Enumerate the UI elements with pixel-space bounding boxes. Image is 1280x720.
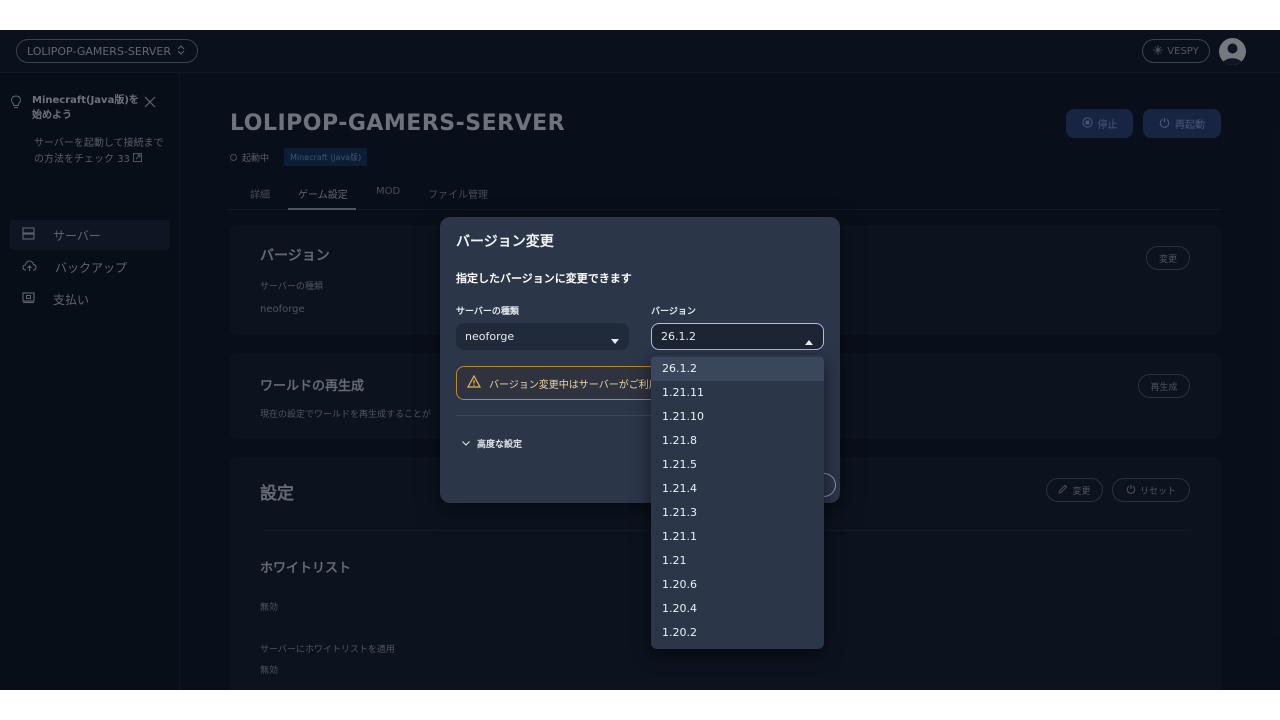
version-option[interactable]: 1.20.4 [651,597,824,621]
version-option[interactable]: 1.21.3 [651,501,824,525]
server-type-field-label: サーバーの種類 [456,307,519,317]
version-option[interactable]: 1.21.5 [651,453,824,477]
version-option[interactable]: 1.21.1 [651,525,824,549]
chevron-down-icon [462,439,470,449]
version-option[interactable]: 1.20.2 [651,621,824,645]
advanced-settings-toggle[interactable]: 高度な設定 [462,437,522,450]
version-option[interactable]: 1.21.8 [651,429,824,453]
version-option[interactable]: 1.20.6 [651,573,824,597]
warning-icon [466,374,482,391]
dialog-divider [456,415,656,416]
version-field-label: バージョン [651,307,696,317]
app-window: LOLIPOP-GAMERS-SERVER VESPY Minecraft(Ja… [0,30,1280,690]
version-option[interactable]: 1.21.10 [651,405,824,429]
version-select[interactable]: 26.1.2 [651,323,824,350]
server-type-select[interactable]: neoforge [456,323,629,350]
version-dropdown-list: 26.1.2 1.21.11 1.21.10 1.21.8 1.21.5 1.2… [651,355,824,649]
caret-down-icon [611,334,619,347]
version-option[interactable]: 26.1.2 [651,357,824,381]
version-option[interactable]: 1.21.11 [651,381,824,405]
dialog-title: バージョン変更 [456,234,554,250]
caret-up-icon [805,335,813,348]
warning-text: バージョン変更中はサーバーがご利用 [489,379,656,391]
version-option[interactable]: 1.21 [651,549,824,573]
version-selected: 26.1.2 [661,330,696,343]
version-option[interactable]: 1.21.4 [651,477,824,501]
server-type-selected: neoforge [465,330,515,343]
advanced-settings-label: 高度な設定 [477,440,523,450]
dialog-subtitle: 指定したバージョンに変更できます [456,272,632,285]
warning-banner: バージョン変更中はサーバーがご利用 [456,366,656,400]
